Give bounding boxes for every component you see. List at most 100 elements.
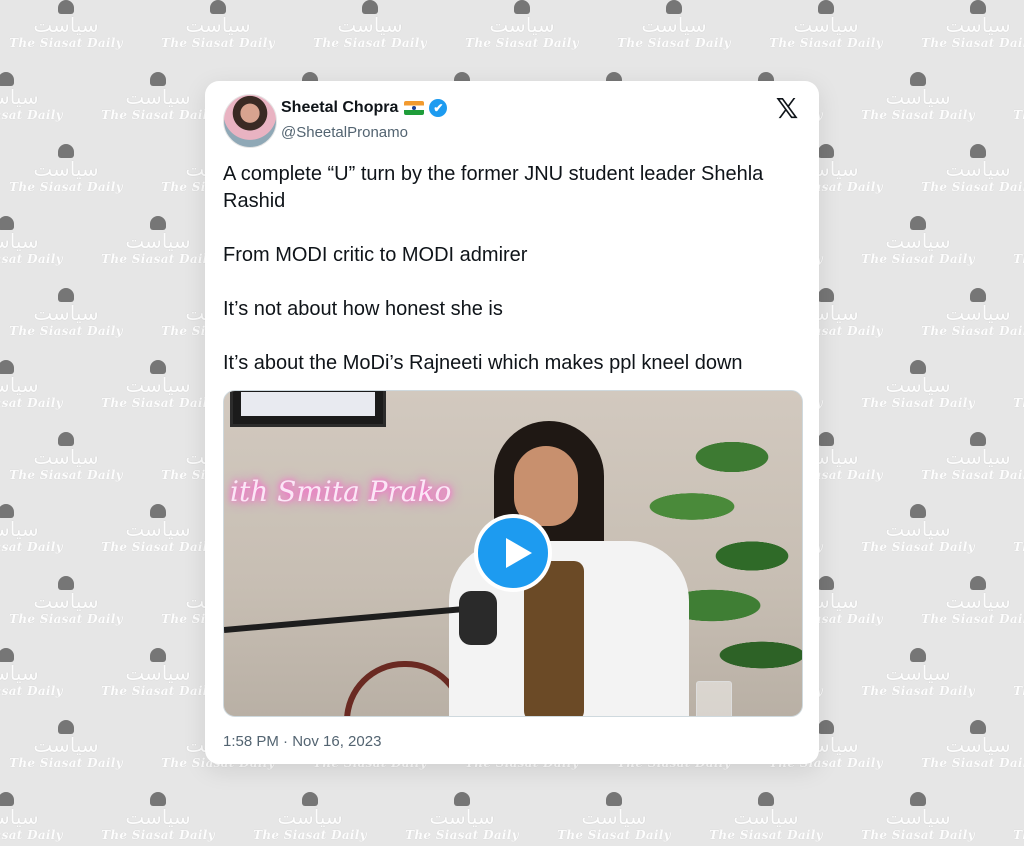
watermark-logo-icon bbox=[362, 0, 378, 14]
water-glass bbox=[696, 681, 732, 716]
watermark-arabic: سیاست bbox=[489, 13, 555, 37]
watermark-arabic: سیاست bbox=[945, 445, 1011, 469]
watermark-arabic: سیاست bbox=[429, 805, 495, 829]
wall-frame bbox=[230, 391, 386, 427]
watermark-tile: سیاستThe Siasat Daily bbox=[994, 648, 1024, 698]
watermark-tile: سیاستThe Siasat Daily bbox=[994, 216, 1024, 266]
watermark-tile: سیاستThe Siasat Daily bbox=[0, 0, 142, 50]
watermark-logo-icon bbox=[0, 72, 14, 86]
india-flag-icon bbox=[404, 101, 425, 115]
watermark-latin: The Siasat Daily bbox=[0, 684, 63, 698]
watermark-arabic: سیاست bbox=[945, 733, 1011, 757]
watermark-row: سیاستThe Siasat DailyسیاستThe Siasat Dai… bbox=[0, 0, 1024, 60]
watermark-logo-icon bbox=[150, 216, 166, 230]
watermark-tile: سیاستThe Siasat Daily bbox=[902, 0, 1024, 50]
watermark-latin: The Siasat Daily bbox=[0, 828, 63, 842]
watermark-arabic: سیاست bbox=[33, 301, 99, 325]
watermark-tile: سیاستThe Siasat Daily bbox=[690, 792, 842, 842]
watermark-latin: The Siasat Daily bbox=[921, 324, 1024, 338]
page: سیاست The Siasat Daily سیاست The Siasat Dai… bbox=[0, 0, 1024, 846]
watermark-logo-icon bbox=[818, 0, 834, 14]
watermark-logo-icon bbox=[302, 792, 318, 806]
watermark-latin: The Siasat Daily bbox=[557, 828, 671, 842]
watermark-latin: The Siasat Daily bbox=[769, 36, 883, 50]
watermark-latin: The Siasat Daily bbox=[9, 180, 123, 194]
watermark-latin: The Siasat Daily bbox=[921, 612, 1024, 626]
watermark-latin: The Siasat Daily bbox=[253, 828, 367, 842]
user-handle[interactable]: @SheetalPronamo bbox=[281, 124, 408, 141]
watermark-latin: The Siasat Daily bbox=[1013, 396, 1024, 410]
watermark-latin: The Siasat Daily bbox=[861, 540, 975, 554]
watermark-logo-icon bbox=[910, 72, 926, 86]
watermark-logo-icon bbox=[818, 720, 834, 734]
watermark-arabic: سیاست bbox=[994, 806, 1024, 828]
watermark-logo-icon bbox=[514, 0, 530, 14]
watermark-latin: The Siasat Daily bbox=[1013, 540, 1024, 554]
watermark-tile: سیاستThe Siasat Daily bbox=[902, 288, 1024, 338]
watermark-latin: The Siasat Daily bbox=[861, 396, 975, 410]
watermark-tile: سیاستThe Siasat Daily bbox=[0, 720, 142, 770]
watermark-arabic: سیاست bbox=[994, 86, 1024, 108]
person-face bbox=[514, 446, 578, 526]
tweet-card[interactable]: Sheetal Chopra ✔ @SheetalPronamo 𝕏 A com… bbox=[205, 81, 819, 764]
watermark-tile: سیاستThe Siasat Daily bbox=[82, 792, 234, 842]
watermark-latin: The Siasat Daily bbox=[1013, 828, 1024, 842]
watermark-tile: سیاستThe Siasat Daily bbox=[902, 576, 1024, 626]
watermark-latin: The Siasat Daily bbox=[0, 252, 63, 266]
watermark-tile: سیاستThe Siasat Daily bbox=[0, 504, 82, 554]
display-name[interactable]: Sheetal Chopra bbox=[281, 99, 398, 117]
watermark-arabic: سیاست bbox=[277, 805, 343, 829]
avatar[interactable] bbox=[223, 94, 277, 148]
tweet-paragraph: It’s about the MoDi’s Rajneeti which mak… bbox=[223, 352, 743, 374]
watermark-tile: سیاستThe Siasat Daily bbox=[386, 792, 538, 842]
watermark-row: سیاستThe Siasat DailyسیاستThe Siasat Dai… bbox=[0, 792, 1024, 846]
watermark-logo-icon bbox=[58, 144, 74, 158]
watermark-arabic: سیاست bbox=[33, 445, 99, 469]
watermark-latin: The Siasat Daily bbox=[921, 36, 1024, 50]
watermark-latin: The Siasat Daily bbox=[9, 756, 123, 770]
video-thumbnail[interactable]: ith Smita Prako bbox=[223, 390, 803, 717]
watermark-logo-icon bbox=[606, 792, 622, 806]
watermark-latin: The Siasat Daily bbox=[0, 108, 63, 122]
watermark-logo-icon bbox=[150, 792, 166, 806]
watermark-tile: سیاستThe Siasat Daily bbox=[142, 0, 294, 50]
play-button[interactable] bbox=[474, 514, 552, 592]
tweet-paragraph: It’s not about how honest she is bbox=[223, 298, 503, 320]
tweet-text: A complete “U” turn by the former JNU st… bbox=[223, 161, 803, 404]
watermark-logo-icon bbox=[970, 144, 986, 158]
watermark-arabic: سیاست bbox=[885, 661, 951, 685]
watermark-arabic: سیاست bbox=[0, 85, 39, 109]
watermark-latin: The Siasat Daily bbox=[161, 36, 275, 50]
watermark-tile: سیاستThe Siasat Daily bbox=[842, 360, 994, 410]
watermark-logo-icon bbox=[910, 792, 926, 806]
watermark-logo-icon bbox=[910, 648, 926, 662]
watermark-tile: سیاستThe Siasat Daily bbox=[0, 216, 82, 266]
watermark-logo-icon bbox=[58, 0, 74, 14]
watermark-arabic: سیاست bbox=[0, 373, 39, 397]
tweet-timestamp[interactable]: 1:58 PM · Nov 16, 2023 bbox=[223, 733, 381, 750]
watermark-logo-icon bbox=[58, 288, 74, 302]
watermark-logo-icon bbox=[910, 360, 926, 374]
watermark-logo-icon bbox=[910, 216, 926, 230]
watermark-latin: The Siasat Daily bbox=[9, 468, 123, 482]
watermark-logo-icon bbox=[818, 576, 834, 590]
watermark-logo-icon bbox=[58, 432, 74, 446]
watermark-logo-icon bbox=[758, 792, 774, 806]
x-logo-icon[interactable]: 𝕏 bbox=[773, 95, 801, 123]
watermark-tile: سیاستThe Siasat Daily bbox=[598, 0, 750, 50]
watermark-tile: سیاستThe Siasat Daily bbox=[0, 792, 82, 842]
watermark-tile: سیاستThe Siasat Daily bbox=[842, 648, 994, 698]
author-name-row: Sheetal Chopra ✔ bbox=[281, 99, 448, 117]
watermark-arabic: سیاست bbox=[885, 85, 951, 109]
watermark-arabic: سیاست bbox=[33, 157, 99, 181]
watermark-tile: سیاستThe Siasat Daily bbox=[234, 792, 386, 842]
watermark-arabic: سیاست bbox=[337, 13, 403, 37]
watermark-latin: The Siasat Daily bbox=[9, 324, 123, 338]
watermark-latin: The Siasat Daily bbox=[101, 828, 215, 842]
watermark-arabic: سیاست bbox=[994, 662, 1024, 684]
watermark-arabic: سیاست bbox=[33, 13, 99, 37]
watermark-logo-icon bbox=[150, 648, 166, 662]
watermark-logo-icon bbox=[970, 576, 986, 590]
verified-badge-icon: ✔ bbox=[429, 99, 448, 117]
watermark-logo-icon bbox=[150, 72, 166, 86]
